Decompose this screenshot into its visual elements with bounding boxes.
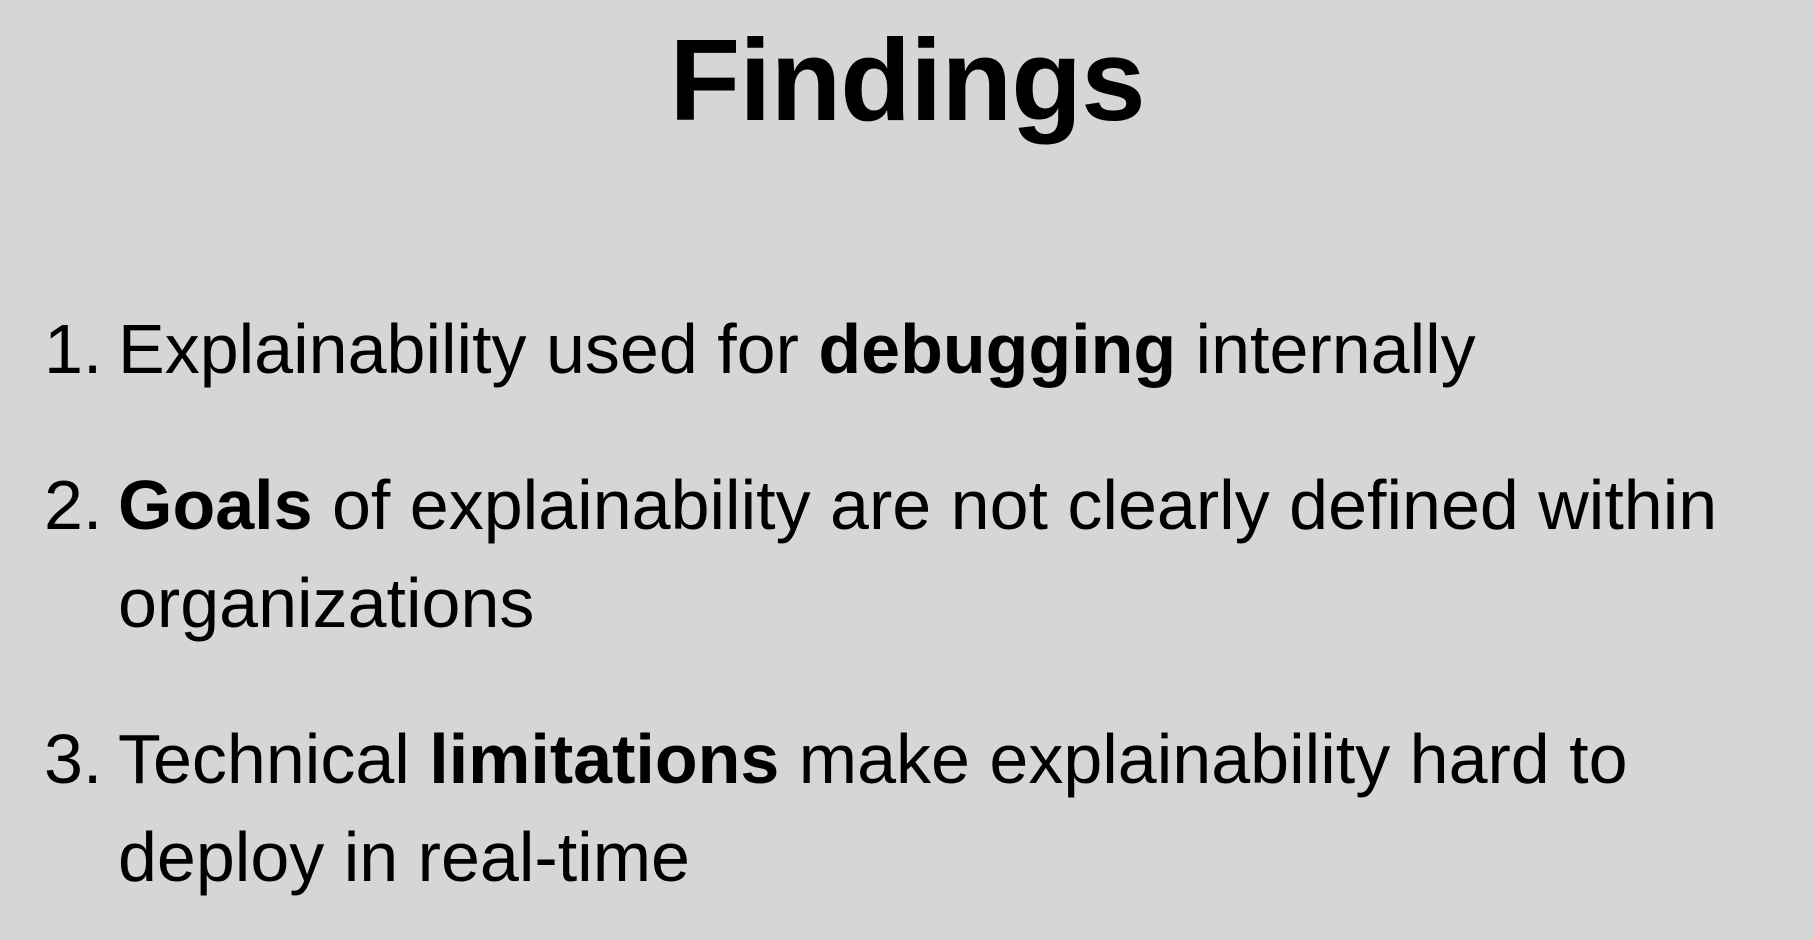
finding-emphasis: limitations	[429, 720, 780, 798]
finding-number: 2.	[44, 466, 103, 544]
finding-item-2: 2. Goals of explainability are not clear…	[44, 456, 1784, 652]
findings-list: 1. Explainability used for debugging int…	[44, 300, 1784, 906]
finding-text: Explainability used for debugging intern…	[118, 300, 1784, 398]
finding-text: Goals of explainability are not clearly …	[118, 456, 1784, 652]
finding-emphasis: Goals	[118, 466, 313, 544]
slide-title: Findings	[669, 15, 1145, 145]
finding-text-before: Technical	[118, 720, 430, 798]
finding-number: 3.	[44, 720, 103, 798]
finding-text-after: of explainability are not clearly define…	[118, 466, 1718, 642]
finding-text-before: Explainability used for	[118, 310, 819, 388]
finding-item-3: 3. Technical limitations make explainabi…	[44, 710, 1784, 906]
finding-number: 1.	[44, 310, 103, 388]
finding-text: Technical limitations make explainabilit…	[118, 710, 1784, 906]
finding-text-after: internally	[1176, 310, 1476, 388]
slide: Findings 1. Explainability used for debu…	[0, 0, 1814, 940]
finding-emphasis: debugging	[818, 310, 1177, 388]
finding-item-1: 1. Explainability used for debugging int…	[44, 300, 1784, 398]
